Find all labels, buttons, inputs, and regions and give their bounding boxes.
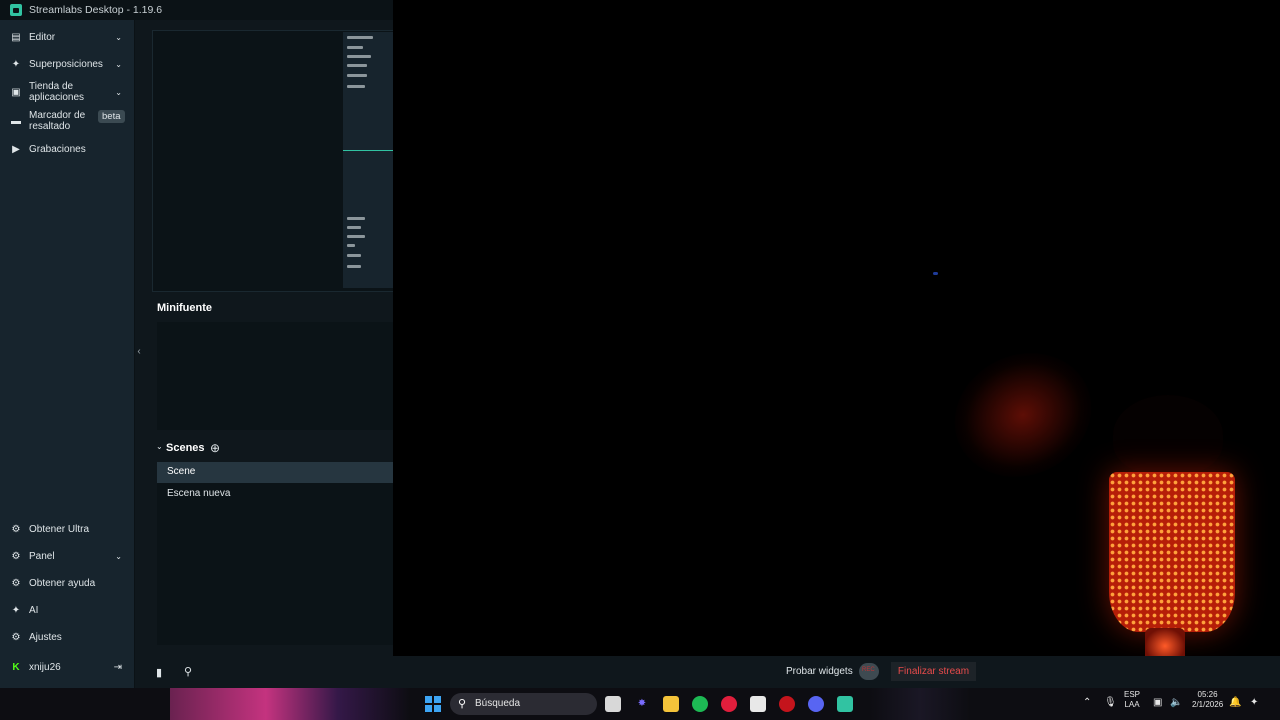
search-placeholder: Búsqueda — [475, 698, 521, 709]
scenes-title: Scenes — [166, 442, 205, 454]
language-indicator[interactable]: ESP LAA — [1124, 690, 1140, 710]
chevron-down-icon[interactable]: ⌄ — [115, 552, 122, 561]
sidebar-item-ajustes[interactable]: ⚙ Ajustes — [0, 630, 134, 644]
sidebar-item-editor[interactable]: ▤ Editor ⌄ — [0, 30, 134, 44]
sidebar-item-label: Grabaciones — [29, 143, 86, 155]
sidebar-item-label: Editor — [29, 31, 56, 43]
sidebar-item-tienda[interactable]: ▣ Tienda de aplicaciones ⌄ — [0, 80, 134, 104]
tray-chevron-up-icon[interactable]: ⌃ — [1083, 697, 1091, 708]
sidebar-user[interactable]: K xniju26 ⇥ — [0, 660, 134, 674]
sidebar-item-obtener-ultra[interactable]: ⚙ Obtener Ultra — [0, 522, 134, 536]
store-icon: ▣ — [11, 86, 21, 98]
task-view-icon[interactable] — [605, 696, 621, 712]
sidebar-item-label: Superposiciones — [29, 58, 103, 70]
search-icon: ⚲ — [458, 698, 467, 710]
scenes-table-header: Scene — [157, 462, 393, 483]
editor-icon: ▤ — [11, 31, 21, 43]
ultra-icon: ⚙ — [11, 523, 21, 535]
sidebar-item-grabaciones[interactable]: ▶ Grabaciones — [0, 142, 134, 156]
overlays-icon: ✦ — [11, 58, 21, 70]
chevron-down-icon[interactable]: ⌄ — [156, 442, 163, 451]
sidebar-item-label: Marcador de resaltado — [29, 110, 86, 132]
streamlabs-logo-icon — [10, 4, 22, 16]
minifuente-panel — [157, 322, 393, 430]
chevron-down-icon[interactable]: ⌄ — [115, 33, 122, 42]
editor-main: Minifuente ⌄ Scenes ⊕ Scene Escena nueva — [144, 20, 395, 688]
sidebar-item-label: Tienda de aplicaciones — [29, 81, 85, 103]
sidebar-item-ai[interactable]: ✦ AI — [0, 603, 134, 617]
logout-icon[interactable]: ⇥ — [114, 662, 122, 673]
volume-icon[interactable]: 🔈 — [1170, 697, 1182, 708]
end-stream-button[interactable]: Finalizar stream — [891, 662, 976, 681]
microphone-image — [1109, 472, 1235, 632]
stats-icon[interactable]: ▮ — [156, 666, 162, 679]
add-scene-icon[interactable]: ⊕ — [210, 441, 220, 455]
recordings-icon: ▶ — [12, 143, 20, 155]
kick-icon: K — [12, 661, 20, 673]
streamlabs-taskbar-icon[interactable] — [837, 696, 853, 712]
network-icon[interactable]: ▣ — [1153, 697, 1162, 708]
sidebar-item-label: AI — [29, 604, 39, 616]
app-icon[interactable]: ✸ — [634, 696, 650, 712]
scene-column-header: Scene — [167, 466, 196, 477]
collapse-sidebar-icon[interactable]: ‹ — [134, 346, 144, 357]
store-icon[interactable] — [750, 696, 766, 712]
app-red2-icon[interactable] — [779, 696, 795, 712]
rec-button[interactable] — [859, 663, 879, 680]
wallpaper-strip — [170, 688, 410, 720]
preview-mirror — [343, 32, 393, 288]
scene-item[interactable]: Escena nueva — [167, 488, 230, 499]
notification-bell-icon[interactable]: 🔔 — [1229, 697, 1241, 708]
panel-icon: ⚙ — [11, 550, 21, 562]
test-widgets-button[interactable]: Probar widgets — [786, 666, 853, 677]
sidebar-item-panel[interactable]: ⚙ Panel ⌄ — [0, 549, 134, 563]
status-bar: ▮ ⚲ — [144, 656, 1280, 688]
sidebar-item-label: Panel — [29, 550, 55, 562]
beta-badge: beta — [98, 110, 125, 123]
help-icon: ⚙ — [11, 577, 21, 589]
camera-feed — [393, 0, 1280, 664]
settings-icon: ⚙ — [11, 631, 21, 643]
spotify-icon[interactable] — [692, 696, 708, 712]
sidebar-item-superposiciones[interactable]: ✦ Superposiciones ⌄ — [0, 57, 134, 71]
copilot-icon[interactable]: ✦ — [1250, 697, 1258, 708]
sidebar-item-label: Obtener Ultra — [29, 523, 90, 535]
bell-icon[interactable]: ⚲ — [184, 665, 192, 678]
microphone-icon[interactable]: 🎙 — [1104, 697, 1117, 708]
taskbar-search[interactable]: ⚲ Búsqueda — [450, 693, 597, 715]
chevron-down-icon[interactable]: ⌄ — [115, 60, 122, 69]
title-bar: Streamlabs Desktop - 1.19.6 — [0, 0, 393, 20]
file-explorer-icon[interactable] — [663, 696, 679, 712]
sidebar-item-marcador[interactable]: ▬ Marcador de resaltado beta — [0, 109, 134, 133]
window-title: Streamlabs Desktop - 1.19.6 — [29, 4, 163, 16]
highlighter-icon: ▬ — [11, 115, 21, 127]
chevron-down-icon[interactable]: ⌄ — [115, 88, 122, 97]
sidebar: ▤ Editor ⌄ ✦ Superposiciones ⌄ ▣ Tienda … — [0, 20, 135, 688]
windows-start-icon[interactable] — [425, 696, 441, 712]
discord-icon[interactable] — [808, 696, 824, 712]
sidebar-item-obtener-ayuda[interactable]: ⚙ Obtener ayuda — [0, 576, 134, 590]
sidebar-item-label: Obtener ayuda — [29, 577, 96, 589]
sidebar-item-label: Ajustes — [29, 631, 62, 643]
app-red-icon[interactable] — [721, 696, 737, 712]
clock[interactable]: 05:26 2/1/2026 — [1192, 690, 1223, 710]
minifuente-title: Minifuente — [157, 302, 212, 314]
ai-icon: ✦ — [11, 604, 21, 616]
user-name: xniju26 — [29, 661, 61, 673]
